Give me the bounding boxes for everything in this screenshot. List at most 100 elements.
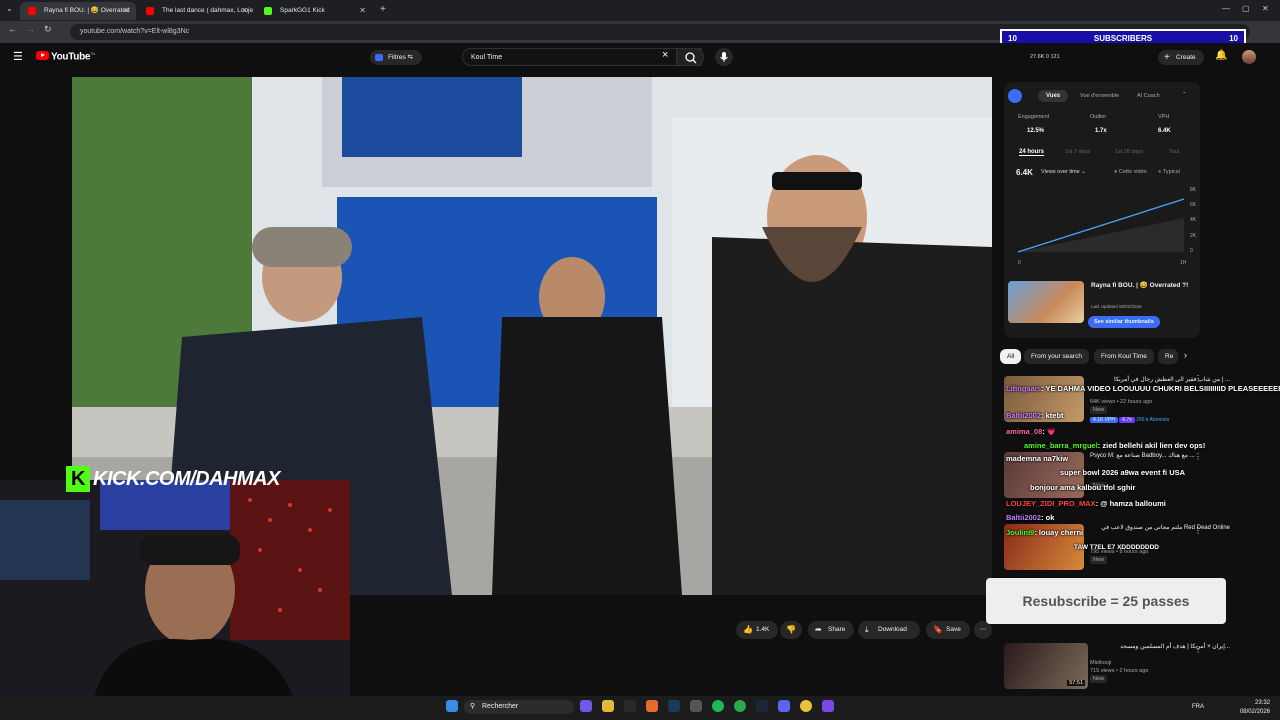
- y-tick: 4K: [1190, 217, 1197, 223]
- like-button[interactable]: 👍 1.4K: [736, 621, 778, 639]
- browser-tab[interactable]: The last dance ( dahmax, Louje ✕: [138, 2, 254, 20]
- download-label: Download: [878, 626, 907, 633]
- chip-from-search[interactable]: From your search: [1024, 349, 1089, 364]
- more-icon: ⋯: [979, 626, 987, 633]
- menu-icon[interactable]: ☰: [13, 50, 23, 63]
- clear-search-icon[interactable]: ×: [662, 49, 668, 61]
- chat-user: Joulini9: [1006, 528, 1035, 537]
- clock-time[interactable]: 23:32: [1240, 700, 1270, 706]
- browser-tab[interactable]: SparkGG1 Kick ✕: [256, 2, 372, 20]
- minimize-icon[interactable]: —: [1222, 4, 1230, 13]
- vidiq-video-title: Rayna fi BOU. | 😅 Overrated ?!: [1091, 282, 1189, 289]
- chrome-icon[interactable]: [800, 700, 812, 712]
- steam-icon[interactable]: [756, 700, 768, 712]
- range-28d[interactable]: 1st 28 days: [1115, 149, 1143, 155]
- save-button[interactable]: 🔖 Save: [926, 621, 970, 639]
- vidiq-stats: 27.6K 0 121: [1030, 54, 1060, 60]
- chat-text: : YE DAHMA VIDEO LOOUUUU CHUKRI BELSIIII…: [1041, 384, 1280, 393]
- see-similar-thumbnails-button[interactable]: See similar thumbnails: [1088, 316, 1160, 328]
- chip-from-channel[interactable]: From Koul Time: [1094, 349, 1154, 364]
- search-button[interactable]: [676, 48, 704, 66]
- more-icon[interactable]: ⋮: [1194, 526, 1202, 535]
- create-button[interactable]: + Create: [1158, 50, 1204, 65]
- chat-user: LOUJEY_ZIDI_PRO_MAX: [1006, 499, 1096, 508]
- video-thumbnail[interactable]: [1008, 281, 1084, 323]
- file-explorer-icon[interactable]: [602, 700, 614, 712]
- clock-date[interactable]: 08/02/2026: [1236, 709, 1270, 715]
- maximize-icon[interactable]: ▢: [1242, 4, 1250, 13]
- vidiq-logo-icon: [1008, 89, 1022, 103]
- chevron-right-icon[interactable]: ›: [1184, 350, 1187, 360]
- dislike-button[interactable]: 👎: [780, 621, 802, 639]
- legend-typical: ● Typical: [1158, 169, 1180, 175]
- chat-message: Joulini9: louay cherni: [1006, 528, 1083, 537]
- voice-search-button[interactable]: [715, 48, 733, 66]
- share-button[interactable]: ➦ Share: [808, 621, 854, 639]
- typical-area: [1018, 218, 1184, 252]
- forward-icon[interactable]: →: [26, 24, 35, 34]
- close-icon[interactable]: ✕: [241, 2, 248, 20]
- reload-icon[interactable]: ↻: [44, 24, 52, 35]
- chat-message: Baltii2002: ktebt: [1006, 411, 1064, 420]
- chat-user: Lifingaais: [1006, 384, 1042, 393]
- chat-text: : @ hamza balloumi: [1095, 499, 1166, 508]
- x-tick: 1H: [1180, 260, 1187, 266]
- youtube-logo[interactable]: YouTubeTN: [36, 51, 95, 62]
- more-icon[interactable]: ⋮: [1194, 374, 1202, 383]
- views-value: 6.4K: [1016, 168, 1033, 177]
- range-all[interactable]: Tout: [1169, 149, 1179, 155]
- spotify-icon[interactable]: [712, 700, 724, 712]
- app-icon[interactable]: [646, 700, 658, 712]
- legend-this-video: ● Cette vidéo: [1114, 169, 1147, 175]
- tab-list-icon[interactable]: ⌄: [6, 4, 13, 13]
- chat-message: Lifingaais: YE DAHMA VIDEO LOOUUUU CHUKR…: [1006, 384, 1280, 393]
- views-dropdown[interactable]: Views over time ⌄: [1041, 169, 1086, 175]
- legend-typical-label: Typical: [1162, 169, 1180, 175]
- chat-message: TAW T7EL E7 XDDDDDDDD: [1074, 544, 1159, 551]
- notifications-icon[interactable]: 🔔: [1215, 50, 1227, 61]
- range-24h[interactable]: 24 hours: [1019, 149, 1045, 156]
- youtube-favicon-icon: [28, 7, 36, 15]
- tab-overview[interactable]: Vue d'ensemble: [1080, 93, 1119, 99]
- app-icon[interactable]: [624, 700, 636, 712]
- taskbar-search[interactable]: ⚲ Rechercher: [464, 700, 574, 714]
- vph-badge: 4.1K VPH: [1090, 417, 1118, 423]
- chat-user: Baltii2002: [1006, 411, 1042, 420]
- chat-message: LOUJEY_ZIDI_PRO_MAX: @ hamza balloumi: [1006, 499, 1166, 508]
- metric-value: 12.5%: [1027, 128, 1045, 134]
- collapse-icon[interactable]: ⌃: [1182, 92, 1187, 98]
- discord-icon[interactable]: [778, 700, 790, 712]
- app-icon[interactable]: [822, 700, 834, 712]
- country-code: TN: [90, 51, 95, 56]
- tab-vues[interactable]: Vues: [1038, 90, 1069, 102]
- streamer-webcam: [0, 480, 350, 720]
- chip-all[interactable]: All: [1000, 349, 1022, 364]
- metric-value: 1.7x: [1095, 128, 1107, 134]
- chip-more[interactable]: Re: [1158, 349, 1178, 364]
- more-icon[interactable]: ⋮: [1194, 452, 1202, 461]
- rec-channel: Mistkooji: [1090, 660, 1112, 666]
- range-7d[interactable]: 1st 7 days: [1065, 149, 1090, 155]
- close-window-icon[interactable]: ✕: [1262, 4, 1269, 13]
- avatar[interactable]: [1242, 50, 1256, 64]
- more-icon[interactable]: ⋮: [1194, 645, 1202, 654]
- legend-this-label: Cette vidéo: [1118, 169, 1147, 175]
- subs-text: 256 k Abonnés: [1136, 417, 1170, 423]
- tab-ai-coach[interactable]: AI Coach: [1137, 93, 1160, 99]
- y-tick: 2K: [1190, 233, 1197, 239]
- rec-title: إيران × أمريكا | هدف أم المسلمين ومسجد..…: [1119, 644, 1230, 650]
- language-indicator[interactable]: FRA: [1192, 704, 1204, 710]
- close-icon[interactable]: ✕: [123, 2, 130, 20]
- new-tab-button[interactable]: +: [380, 4, 386, 15]
- copilot-icon[interactable]: [580, 700, 592, 712]
- metric-label: VPH: [1158, 114, 1170, 120]
- back-icon[interactable]: ←: [8, 24, 17, 34]
- close-icon[interactable]: ✕: [359, 2, 366, 20]
- download-button[interactable]: ⤓ Download: [858, 621, 920, 639]
- filters-button[interactable]: Filtres ⇆: [370, 50, 422, 65]
- browser-tab-active[interactable]: Rayna fi BOU. | 😅 Overrated ✕: [20, 2, 136, 20]
- windows-start-icon[interactable]: [446, 700, 458, 712]
- app-icon[interactable]: [734, 700, 746, 712]
- app-icon[interactable]: [690, 700, 702, 712]
- app-icon[interactable]: [668, 700, 680, 712]
